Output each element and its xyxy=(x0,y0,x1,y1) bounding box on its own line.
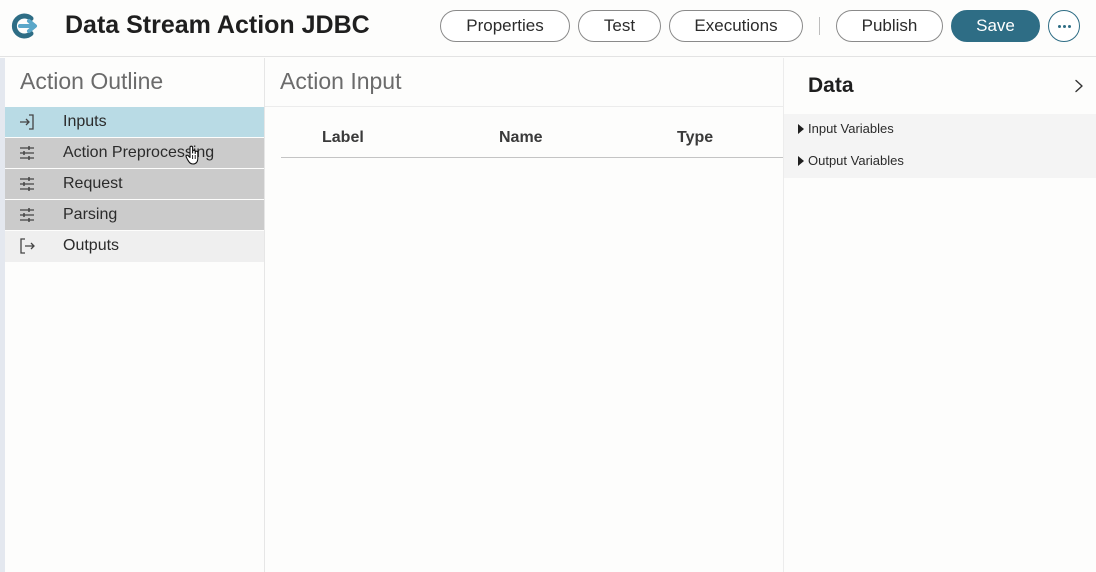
sliders-icon xyxy=(20,208,34,222)
outline-item-label: Outputs xyxy=(63,237,120,254)
tree-item-output-variables[interactable]: Output Variables xyxy=(784,146,1096,178)
outline-item-inputs[interactable]: Inputs xyxy=(5,107,264,137)
publish-button[interactable]: Publish xyxy=(836,10,943,42)
caret-right-icon xyxy=(798,156,804,166)
sliders-icon xyxy=(20,177,34,191)
data-panel-title: Data xyxy=(808,74,854,97)
executions-button[interactable]: Executions xyxy=(669,10,803,42)
output-arrow-icon xyxy=(20,238,35,254)
column-header-type[interactable]: Type xyxy=(677,129,713,147)
tree-item-input-variables[interactable]: Input Variables xyxy=(784,114,1096,146)
caret-right-icon xyxy=(798,124,804,134)
action-outline-panel: Action Outline Inputs Action Preprocessi… xyxy=(5,58,265,572)
outline-item-label: Inputs xyxy=(63,113,107,130)
more-options-button[interactable] xyxy=(1048,10,1080,42)
outline-item-label: Parsing xyxy=(63,206,118,223)
action-input-panel: Action Input Label Name Type xyxy=(265,58,783,572)
outline-item-action-preprocessing[interactable]: Action Preprocessing xyxy=(5,138,264,168)
action-outline-title: Action Outline xyxy=(20,68,164,94)
header-divider xyxy=(819,17,820,35)
page-title: Data Stream Action JDBC xyxy=(65,11,370,39)
properties-button[interactable]: Properties xyxy=(440,10,570,42)
panel-divider xyxy=(265,106,783,107)
hand-cursor-icon xyxy=(185,145,199,165)
variables-tree: Input Variables Output Variables xyxy=(784,114,1096,178)
data-panel: Data Input Variables Output Variables xyxy=(783,58,1096,572)
chevron-right-icon[interactable] xyxy=(1073,79,1085,93)
outline-item-parsing[interactable]: Parsing xyxy=(5,200,264,230)
save-button[interactable]: Save xyxy=(951,10,1040,42)
tree-item-label: Output Variables xyxy=(808,153,904,168)
tree-item-label: Input Variables xyxy=(808,121,894,136)
ellipsis-icon xyxy=(1057,24,1072,28)
column-header-name[interactable]: Name xyxy=(499,129,543,147)
sliders-icon xyxy=(20,146,34,160)
outline-item-label: Request xyxy=(63,175,123,192)
input-arrow-icon xyxy=(20,114,34,130)
header-bar: Data Stream Action JDBC Properties Test … xyxy=(0,0,1096,57)
input-table-header: Label Name Type xyxy=(281,128,783,158)
outline-item-outputs[interactable]: Outputs xyxy=(5,231,264,262)
outline-item-request[interactable]: Request xyxy=(5,169,264,199)
back-arrow-icon[interactable] xyxy=(9,11,39,41)
action-input-title: Action Input xyxy=(280,68,402,94)
column-header-label[interactable]: Label xyxy=(322,129,364,147)
test-button[interactable]: Test xyxy=(578,10,661,42)
